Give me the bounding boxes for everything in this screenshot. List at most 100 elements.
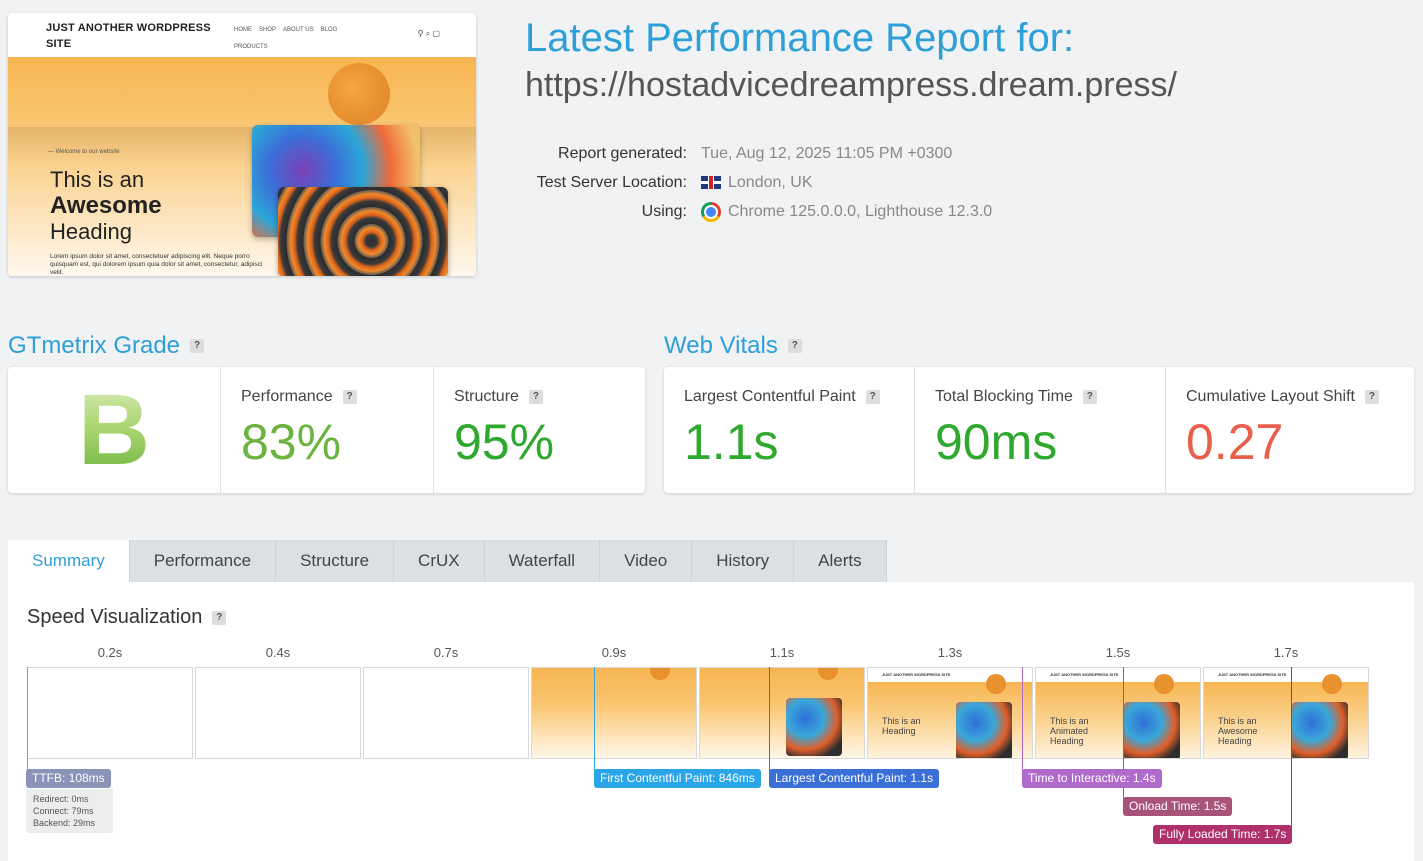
frame-heading: This is an Awesome Heading [1218, 716, 1258, 746]
frame-time: 0.9s [601, 645, 627, 660]
gtmetrix-grade-card: B Performance? 83% Structure? 95% [8, 367, 645, 493]
tab-structure[interactable]: Structure [276, 540, 395, 582]
frame-artwork [956, 702, 1012, 758]
site-screenshot: JUST ANOTHER WORDPRESS SITE HOME SHOP ABOU… [8, 13, 476, 276]
tab-video[interactable]: Video [600, 540, 693, 582]
cls-metric: Cumulative Layout Shift? 0.27 [1165, 367, 1414, 493]
filmstrip-frame[interactable] [699, 667, 865, 759]
report-generated-label: Report generated: [558, 145, 687, 162]
frame-time: 1.7s [1273, 645, 1299, 660]
ttfb-breakdown: Redirect: 0ms Connect: 79ms Backend: 29m… [26, 789, 113, 833]
frame-time: 0.4s [265, 645, 291, 660]
gtmetrix-grade-heading: GTmetrix Grade ? [8, 332, 205, 360]
tbt-label: Total Blocking Time [935, 388, 1073, 405]
report-tabs: Summary Performance Structure CrUX Water… [8, 540, 887, 582]
help-icon[interactable]: ? [1082, 390, 1097, 404]
backend-time: Backend: 29ms [33, 818, 96, 828]
tbt-value: 90ms [935, 414, 1058, 470]
help-icon[interactable]: ? [212, 610, 227, 625]
performance-label: Performance [241, 388, 333, 405]
cls-label: Cumulative Layout Shift [1186, 388, 1355, 405]
frame-time: 0.7s [433, 645, 459, 660]
thumbnail-site-title: JUST ANOTHER WORDPRESS SITE [46, 22, 211, 50]
performance-metric: Performance? 83% [220, 367, 433, 493]
fcp-label[interactable]: First Contentful Paint: 846ms [594, 769, 761, 788]
tab-crux[interactable]: CrUX [394, 540, 485, 582]
frame-sun [1322, 674, 1342, 694]
performance-value: 83% [241, 414, 342, 470]
tab-history[interactable]: History [692, 540, 795, 582]
fully-loaded-marker-line [1291, 667, 1292, 827]
report-title: Latest Performance Report for: [525, 16, 1075, 60]
tti-marker-line [1022, 667, 1023, 771]
speed-visualization-heading: Speed Visualization ? [27, 606, 227, 629]
ttfb-label[interactable]: TTFB: 108ms [26, 769, 111, 788]
frame-time: 1.5s [1105, 645, 1131, 660]
help-icon[interactable]: ? [787, 339, 802, 353]
chrome-icon [701, 201, 721, 222]
web-vitals-card: Largest Contentful Paint? 1.1s Total Blo… [664, 367, 1414, 493]
thumbnail-artwork-swirl [278, 187, 448, 276]
frame-heading: This is an Heading [882, 716, 921, 736]
frame-sun [986, 674, 1006, 694]
frame-artwork [1292, 702, 1348, 758]
tti-label[interactable]: Time to Interactive: 1.4s [1022, 769, 1162, 788]
thumbnail-hero: — Welcome to our website This is an Awes… [8, 57, 476, 276]
filmstrip-frame[interactable] [363, 667, 529, 759]
tab-summary[interactable]: Summary [8, 540, 130, 582]
help-icon[interactable]: ? [342, 390, 357, 404]
server-location-label: Test Server Location: [536, 174, 687, 191]
filmstrip-frame[interactable]: JUST ANOTHER WORDPRESS SITE This is an A… [1035, 667, 1201, 759]
grade-letter: B [77, 374, 151, 486]
tab-performance[interactable]: Performance [129, 540, 277, 582]
filmstrip-frame[interactable]: JUST ANOTHER WORDPRESS SITE This is an H… [867, 667, 1033, 759]
filmstrip-frame[interactable]: JUST ANOTHER WORDPRESS SITE This is an A… [1203, 667, 1369, 759]
thumbnail-menu-item: PRODUCTS [234, 44, 268, 50]
frame-heading: This is an Animated Heading [1050, 716, 1089, 746]
onload-label[interactable]: Onload Time: 1.5s [1123, 797, 1233, 816]
fully-loaded-label[interactable]: Fully Loaded Time: 1.7s [1153, 825, 1293, 844]
frame-artwork [786, 698, 842, 756]
using-label: Using: [641, 203, 687, 220]
thumbnail-body-text: Lorem ipsum dolor sit amet, consectetuer… [50, 253, 263, 276]
report-meta: Report generated: Tue, Aug 12, 2025 11:0… [500, 139, 992, 226]
cls-value: 0.27 [1186, 414, 1284, 470]
browser-value: Chrome 125.0.0.0, Lighthouse 12.3.0 [728, 203, 993, 220]
help-icon[interactable]: ? [190, 339, 205, 353]
filmstrip-frame[interactable] [195, 667, 361, 759]
structure-value: 95% [454, 414, 555, 470]
frame-site-title: JUST ANOTHER WORDPRESS SITE [1218, 672, 1287, 677]
thumbnail-menu-item: BLOG [320, 27, 338, 33]
thumbnail-kicker: — Welcome to our website [48, 149, 120, 155]
frame-time: 0.2s [97, 645, 123, 660]
frame-site-title: JUST ANOTHER WORDPRESS SITE [1050, 672, 1119, 677]
thumbnail-menu-item: SHOP [259, 27, 277, 33]
structure-metric: Structure? 95% [433, 367, 645, 493]
tbt-metric: Total Blocking Time? 90ms [914, 367, 1165, 493]
frame-sun [1154, 674, 1174, 694]
thumbnail-nav: JUST ANOTHER WORDPRESS SITE HOME SHOP ABOU… [8, 13, 476, 57]
tab-waterfall[interactable]: Waterfall [484, 540, 601, 582]
frame-artwork [1124, 702, 1180, 758]
lcp-label[interactable]: Largest Contentful Paint: 1.1s [769, 769, 940, 788]
frame-sun [818, 668, 838, 680]
ttfb-marker-line [27, 667, 28, 771]
thumbnail-sun [328, 63, 390, 125]
grade-box: B [8, 367, 220, 493]
filmstrip-frame[interactable] [531, 667, 697, 759]
server-location-value: London, UK [728, 174, 813, 191]
help-icon[interactable]: ? [865, 390, 880, 404]
frame-sun [650, 668, 670, 680]
structure-label: Structure [454, 388, 519, 405]
help-icon[interactable]: ? [1364, 390, 1379, 404]
uk-flag-icon [701, 176, 721, 189]
connect-time: Connect: 79ms [33, 806, 94, 816]
thumbnail-menu-item: HOME [234, 27, 252, 33]
help-icon[interactable]: ? [528, 390, 543, 404]
thumbnail-heading: This is an Awesome Heading [50, 167, 162, 244]
filmstrip-frame[interactable] [27, 667, 193, 759]
thumbnail-header-icons: ⚲ ⌕ ▢ [417, 29, 440, 38]
tab-alerts[interactable]: Alerts [794, 540, 887, 582]
report-url[interactable]: https://hostadvicedreampress.dream.press… [525, 66, 1177, 105]
thumbnail-menu-item: ABOUT US [283, 27, 314, 33]
